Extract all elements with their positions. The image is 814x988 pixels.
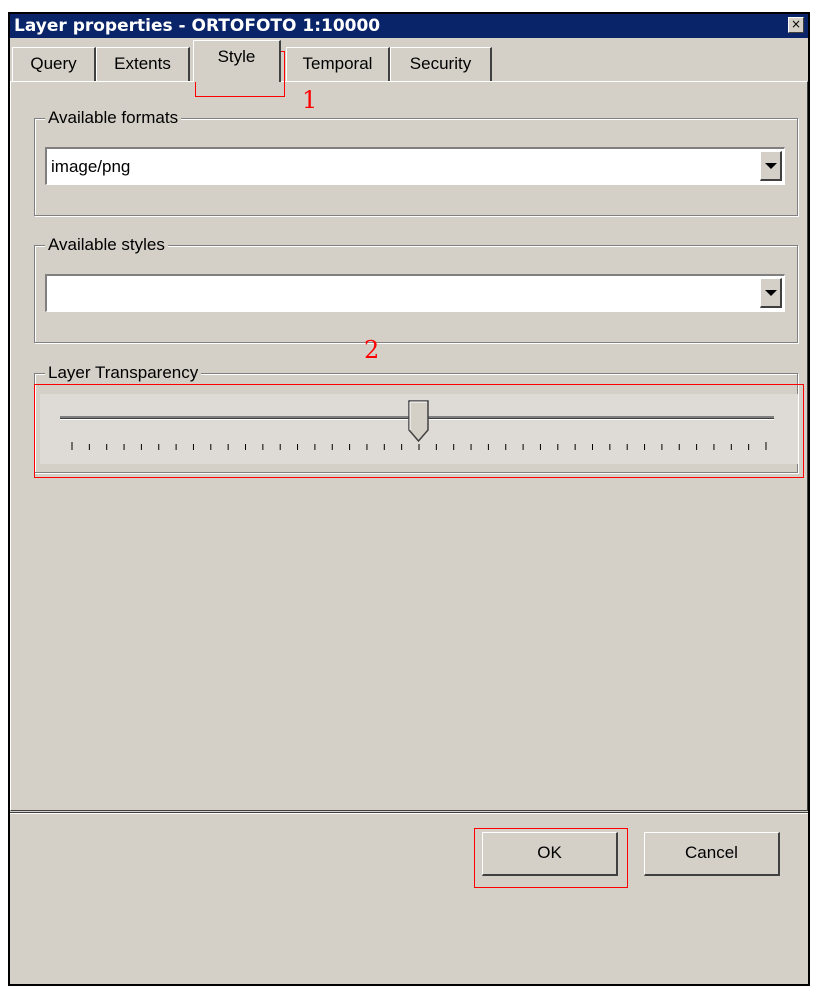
styles-select[interactable]	[45, 274, 785, 312]
tab-security-label: Security	[409, 54, 472, 73]
tab-query-label: Query	[30, 54, 77, 73]
formats-group-label: Available formats	[45, 108, 182, 128]
tab-temporal[interactable]: Temporal	[286, 47, 390, 81]
footer-separator	[10, 812, 808, 814]
cancel-button-label: Cancel	[685, 843, 738, 862]
annotation-label-2: 2	[364, 336, 380, 364]
ok-button-label: OK	[537, 843, 562, 862]
tab-temporal-label: Temporal	[302, 54, 373, 73]
window-title: Layer properties - ORTOFOTO 1:10000	[14, 16, 381, 36]
annotation-label-1: 1	[302, 86, 318, 114]
styles-group: Available styles	[34, 235, 798, 343]
ok-button[interactable]: OK	[482, 832, 618, 876]
chevron-down-icon[interactable]	[760, 151, 782, 181]
tab-style-label: Style	[217, 47, 256, 66]
tab-extents[interactable]: Extents	[96, 47, 190, 81]
cancel-button[interactable]: Cancel	[644, 832, 780, 876]
styles-group-label: Available styles	[45, 235, 168, 255]
annotation-box-slider	[34, 384, 804, 478]
tab-query[interactable]: Query	[12, 47, 96, 81]
tab-extents-label: Extents	[114, 54, 171, 73]
tab-style[interactable]: Style	[193, 40, 281, 82]
formats-group: Available formats image/png	[34, 108, 798, 216]
chevron-down-icon[interactable]	[760, 278, 782, 308]
tab-security[interactable]: Security	[390, 47, 492, 81]
close-icon[interactable]: ×	[788, 17, 804, 33]
transparency-group-label: Layer Transparency	[45, 363, 202, 383]
formats-select[interactable]: image/png	[45, 147, 785, 185]
title-bar[interactable]: Layer properties - ORTOFOTO 1:10000 ×	[10, 14, 808, 38]
formats-select-value: image/png	[51, 157, 131, 176]
